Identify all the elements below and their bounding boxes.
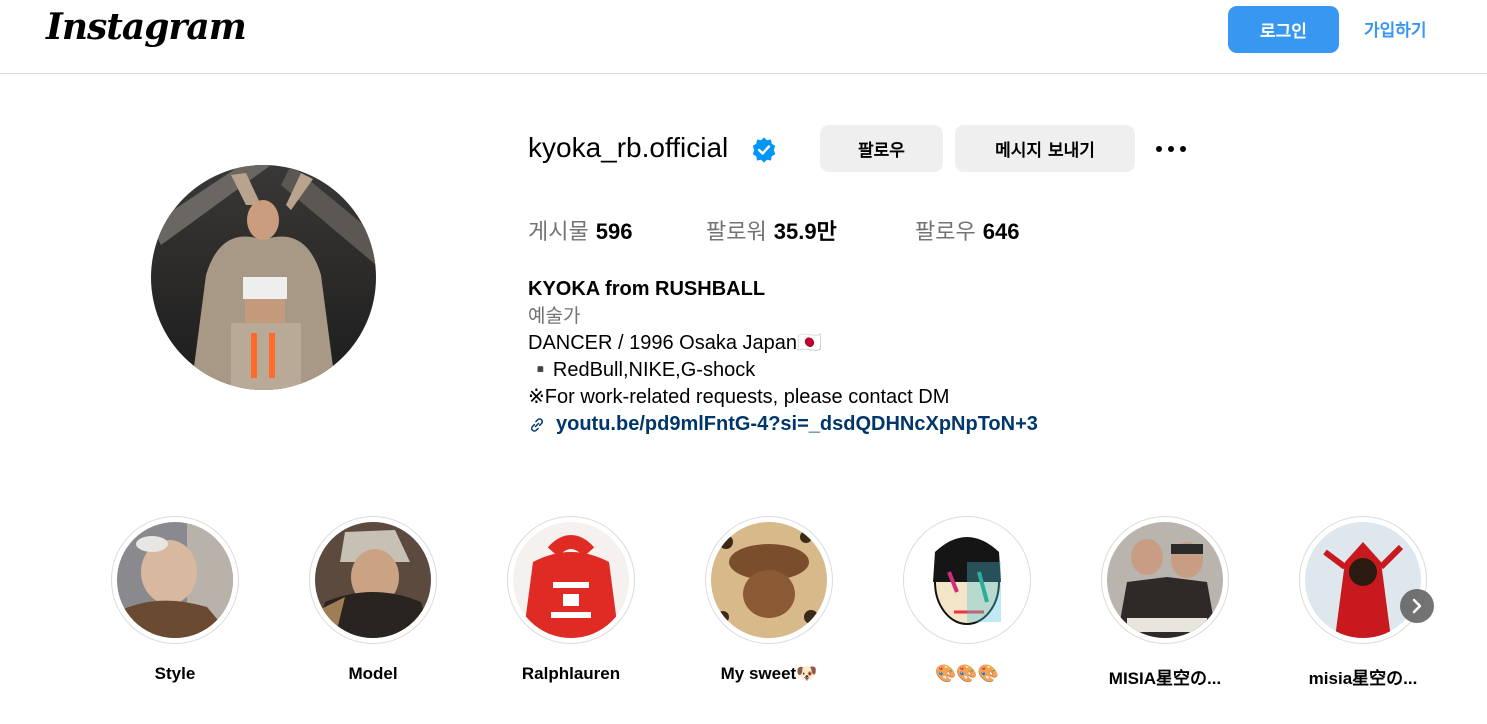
followers-count[interactable]: 팔로워 35.9만	[706, 214, 837, 246]
highlight-label: 🎨🎨🎨	[935, 664, 999, 683]
posts-count: 게시물 596	[528, 214, 632, 246]
followers-value: 35.9만	[773, 219, 837, 244]
following-value: 646	[982, 219, 1020, 244]
highlight-item[interactable]: My sweet🐶	[704, 516, 834, 684]
avatar-photo	[151, 165, 376, 390]
bio-link-text[interactable]: youtu.be/pd9mlFntG-4?si=_dsdQDHNcXpNpToN…	[556, 411, 1038, 438]
highlight-label: Style	[154, 664, 196, 683]
highlights-next-button[interactable]	[1400, 589, 1434, 623]
highlight-cover-image	[513, 522, 629, 638]
highlight-item[interactable]: 🎨🎨🎨	[902, 516, 1032, 684]
highlight-cover	[1107, 522, 1223, 638]
highlight-ring	[903, 516, 1031, 644]
highlight-ring	[1299, 516, 1427, 644]
followers-label: 팔로워	[706, 220, 767, 245]
highlight-label: misia星空の...	[1308, 669, 1418, 688]
highlight-cover-image	[1305, 522, 1421, 638]
chevron-right-icon	[1412, 598, 1422, 614]
highlight-item[interactable]: Ralphlauren	[506, 516, 636, 684]
highlight-cover-image	[711, 522, 827, 638]
highlight-label: Ralphlauren	[521, 664, 621, 683]
bio-line: ▪️RedBull,NIKE,G-shock	[528, 359, 756, 381]
highlight-cover	[711, 522, 827, 638]
highlight-cover	[1305, 522, 1421, 638]
highlight-cover	[909, 522, 1025, 638]
highlight-ring	[507, 516, 635, 644]
profile-username: kyoka_rb.official	[528, 132, 729, 163]
highlight-cover	[315, 522, 431, 638]
highlight-ring	[705, 516, 833, 644]
profile-bio: KYOKA from RUSHBALL 예술가 DANCER / 1996 Os…	[528, 276, 1038, 438]
highlight-label: My sweet🐶	[720, 664, 818, 683]
highlight-cover-image	[909, 522, 1025, 638]
following-count[interactable]: 팔로우 646	[915, 214, 1019, 246]
more-options-icon[interactable]	[1152, 137, 1190, 161]
bio-name: KYOKA from RUSHBALL	[528, 278, 766, 300]
bio-line: DANCER / 1996 Osaka Japan🇯🇵	[528, 332, 822, 354]
verified-badge-icon	[752, 137, 776, 163]
bio-category: 예술가	[528, 305, 581, 327]
highlight-item[interactable]: Style	[110, 516, 240, 684]
posts-value: 596	[595, 219, 633, 244]
follow-button[interactable]: 팔로우	[820, 125, 943, 172]
highlight-ring	[111, 516, 239, 644]
highlight-label: MISIA星空の...	[1108, 669, 1222, 688]
highlight-ring	[1101, 516, 1229, 644]
highlight-cover	[513, 522, 629, 638]
following-label: 팔로우	[915, 220, 976, 245]
highlight-ring	[309, 516, 437, 644]
posts-label: 게시물	[528, 220, 589, 245]
link-icon	[530, 417, 544, 432]
instagram-logo[interactable]: Instagram	[46, 6, 247, 48]
highlight-item[interactable]: MISIA星空の...	[1100, 516, 1230, 689]
highlight-item[interactable]: Model	[308, 516, 438, 684]
highlight-cover-image	[117, 522, 233, 638]
bio-external-link[interactable]: youtu.be/pd9mlFntG-4?si=_dsdQDHNcXpNpToN…	[528, 411, 1038, 438]
top-nav: Instagram 로그인 가입하기	[0, 0, 1487, 74]
highlight-cover-image	[1107, 522, 1223, 638]
login-button[interactable]: 로그인	[1228, 6, 1339, 53]
highlight-cover	[117, 522, 233, 638]
highlight-label: Model	[348, 664, 398, 683]
highlight-cover-image	[315, 522, 431, 638]
bio-line: ※For work-related requests, please conta…	[528, 386, 950, 408]
profile-avatar[interactable]	[151, 165, 376, 390]
message-button[interactable]: 메시지 보내기	[955, 125, 1135, 172]
signup-link[interactable]: 가입하기	[1364, 16, 1427, 41]
